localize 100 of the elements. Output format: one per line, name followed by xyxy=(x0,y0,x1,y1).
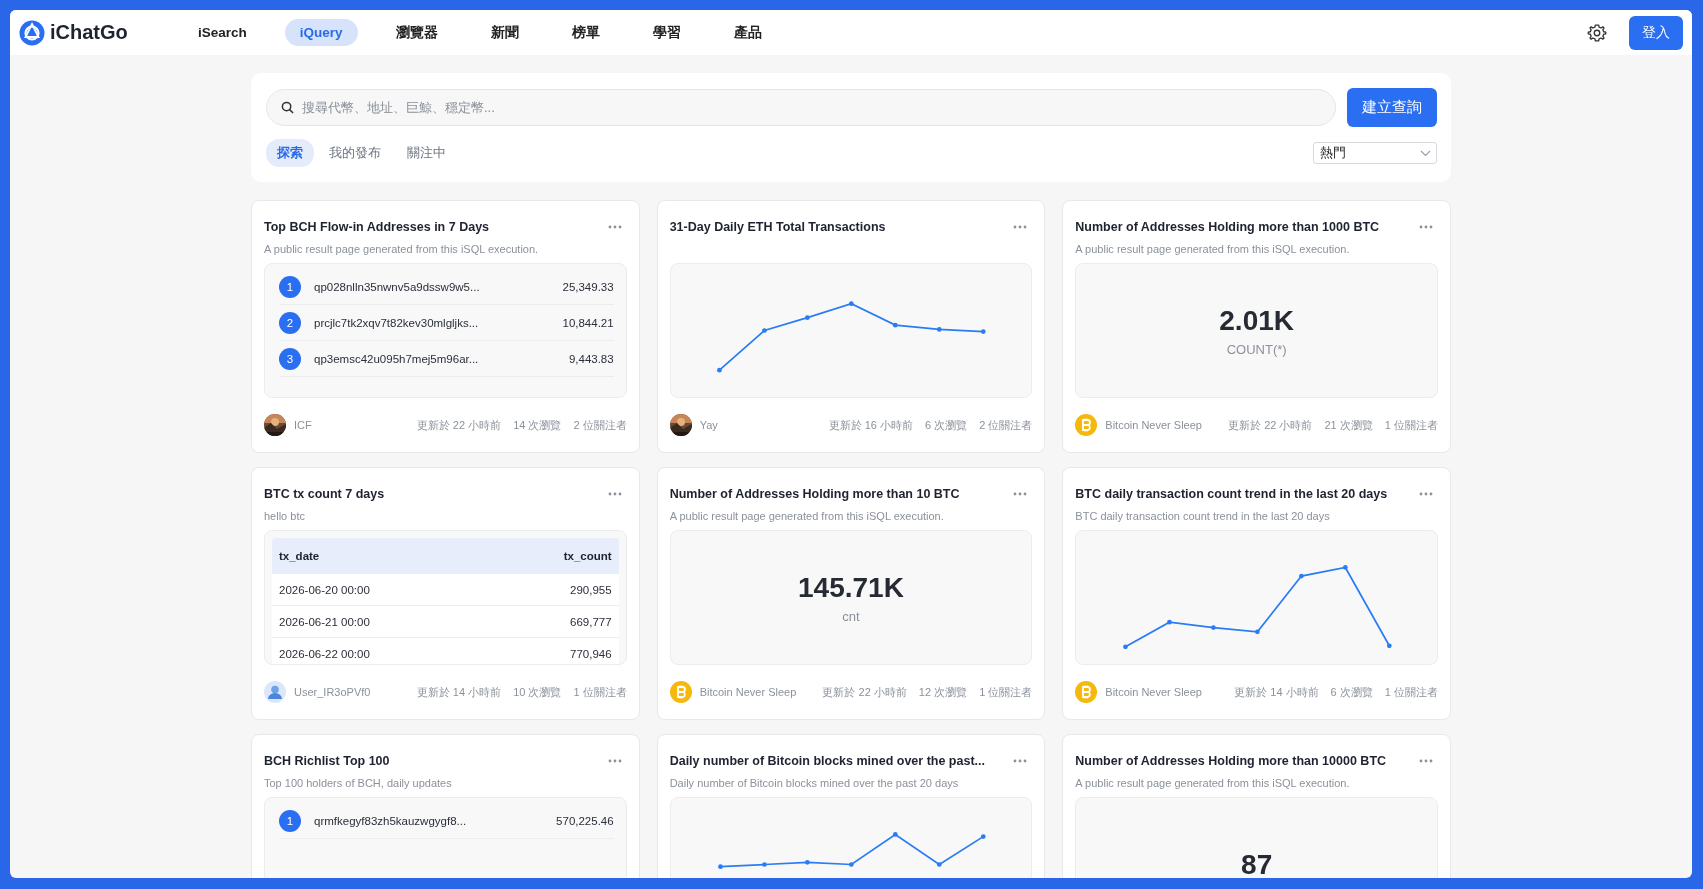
more-icon[interactable] xyxy=(1418,490,1434,497)
address-text: prcjlc7tk2xqv7t82kev30mlgljks... xyxy=(314,316,480,329)
view-count: 10 次瀏覽 xyxy=(513,684,562,700)
updated-time: 更新於 22 小時前 xyxy=(1228,417,1313,433)
filter-tab[interactable]: 探索 xyxy=(266,139,314,167)
view-count: 6 次瀏覽 xyxy=(1330,684,1373,700)
rank-badge: 1 xyxy=(279,809,301,832)
view-count: 21 次瀏覽 xyxy=(1324,417,1373,433)
query-card[interactable]: BTC tx count 7 days hello btc tx_date tx_count 2026-06-20 00:00 290,955 2026-06-21 00:00 669,777 2026-06-22 00:00 770,946 User_IR3oPVf0 更新於 14 小時前 10 次瀏覽 1 位關注者 xyxy=(251,467,640,720)
more-icon[interactable] xyxy=(1012,223,1029,230)
updated-time: 更新於 16 小時前 xyxy=(828,417,913,433)
stat-value: 87 xyxy=(1241,848,1273,878)
follower-count: 1 位關注者 xyxy=(1384,417,1438,433)
address-text: qp028nlln35nwnv5a9dssw9w5... xyxy=(314,280,481,293)
stat-value: 2.01K xyxy=(1219,304,1294,337)
query-card[interactable]: 31-Day Daily ETH Total Transactions Yay 更新於 16 小時前 6 次瀏覽 2 位關注者 xyxy=(656,200,1046,453)
query-card[interactable]: Number of Addresses Holding more than 1000 BTC A public result page generated from this iSQL execution. 2.01K COUNT(*) Bitcoin Never Sleep 更新於 22 小時前 21 次瀏覽 1 位關注者 xyxy=(1062,200,1451,453)
card-title: BCH Richlist Top 100 xyxy=(264,753,390,768)
card-subtitle: A public result page generated from this iSQL execution. xyxy=(264,243,539,255)
nav-tab[interactable]: iSearch xyxy=(183,19,262,46)
nav-tab[interactable]: 榜單 xyxy=(556,17,615,48)
view-count: 6 次瀏覽 xyxy=(924,417,968,433)
card-subtitle: A public result page generated from this iSQL execution. xyxy=(1075,243,1350,255)
more-icon[interactable] xyxy=(606,757,623,764)
follower-count: 1 位關注者 xyxy=(979,684,1033,700)
card-title: BTC tx count 7 days xyxy=(264,486,385,501)
nav-tab[interactable]: 產品 xyxy=(718,17,777,48)
create-query-button[interactable]: 建立查詢 xyxy=(1347,88,1437,127)
table-cell: 2026-06-21 00:00 xyxy=(279,615,370,628)
more-icon[interactable] xyxy=(606,223,623,230)
more-icon[interactable] xyxy=(606,490,623,497)
card-title: Number of Addresses Holding more than 10 BTC xyxy=(669,486,960,501)
filter-tab[interactable]: 我的發布 xyxy=(318,139,392,167)
nav-tab[interactable]: 學習 xyxy=(637,17,696,48)
card-title: Number of Addresses Holding more than 1000 BTC xyxy=(1075,219,1380,234)
updated-time: 更新於 22 小時前 xyxy=(822,684,907,700)
table-cell: 770,946 xyxy=(570,647,612,660)
more-icon[interactable] xyxy=(1418,757,1434,764)
logo-icon[interactable] xyxy=(19,19,45,46)
search-field[interactable]: 搜尋代幣、地址、巨鯨、穩定幣... xyxy=(266,89,1336,126)
query-card[interactable]: BTC daily transaction count trend in the last 20 days BTC daily transaction count trend in the last 20 days Bitcoin Never Sleep 更新於 14 小時前 6 次瀏覽 1 位關注者 xyxy=(1062,467,1451,720)
more-icon[interactable] xyxy=(1418,223,1434,230)
query-card[interactable] xyxy=(251,200,640,453)
value-text: 570,225.46 xyxy=(556,814,614,827)
table-cell: 290,955 xyxy=(570,583,612,596)
updated-time: 更新於 14 小時前 xyxy=(416,684,502,700)
stat-label: cnt xyxy=(842,608,860,624)
login-button[interactable]: 登入 xyxy=(1629,15,1683,50)
card-subtitle: A public result page generated from this iSQL execution. xyxy=(669,510,944,522)
column-header: tx_count xyxy=(563,550,612,562)
nav-tab[interactable]: 瀏覽器 xyxy=(380,17,453,48)
value-text: 25,349.33 xyxy=(562,280,614,293)
updated-time: 更新於 14 小時前 xyxy=(1234,684,1319,700)
value-text: 9,443.83 xyxy=(568,352,614,365)
more-icon[interactable] xyxy=(1012,490,1029,497)
rank-badge: 3 xyxy=(279,347,301,370)
address-text: qrmfkegyf83zh5kauzwgygf8... xyxy=(314,814,468,827)
brand-name[interactable]: iChatGo xyxy=(50,21,128,44)
query-card[interactable]: Daily number of Bitcoin blocks mined over the past... Daily number of Bitcoin blocks mined over the past 20 days xyxy=(656,734,1046,878)
value-text: 10,844.21 xyxy=(562,316,614,329)
query-card[interactable]: BCH Richlist Top 100 Top 100 holders of BCH, daily updates 1 qrmfkegyf83zh5kauzwgygf8... 570,225.46 xyxy=(251,734,640,878)
card-title: Top BCH Flow-in Addresses in 7 Days xyxy=(264,219,490,234)
rank-badge: 1 xyxy=(279,275,301,298)
query-card[interactable]: Number of Addresses Holding more than 10 BTC A public result page generated from this iSQL execution. 145.71K cnt Bitcoin Never Sleep 更新於 22 小時前 12 次瀏覽 1 位關注者 xyxy=(656,467,1046,720)
settings-icon[interactable] xyxy=(1587,22,1607,43)
more-icon[interactable] xyxy=(1012,757,1029,764)
stat-label: COUNT(*) xyxy=(1226,341,1287,357)
view-count: 14 次瀏覽 xyxy=(513,417,562,433)
filter-tab[interactable]: 關注中 xyxy=(396,139,457,167)
card-subtitle: Top 100 holders of BCH, daily updates xyxy=(264,777,452,789)
table-cell: 669,777 xyxy=(570,615,612,628)
card-subtitle: Daily number of Bitcoin blocks mined over the past 20 days xyxy=(669,777,959,789)
table-cell: 2026-06-22 00:00 xyxy=(279,647,370,660)
follower-count: 2 位關注者 xyxy=(979,417,1033,433)
card-subtitle: hello btc xyxy=(264,510,305,522)
stat-value: 145.71K xyxy=(798,571,904,604)
card-subtitle: A public result page generated from this iSQL execution. xyxy=(1075,777,1350,789)
card-title: Daily number of Bitcoin blocks mined over the past... xyxy=(669,753,985,768)
coin-icon xyxy=(1075,414,1098,436)
nav-tab[interactable]: iQuery xyxy=(284,19,358,46)
sort-dropdown[interactable]: 熱門 xyxy=(1313,142,1437,164)
coin-icon xyxy=(669,681,692,703)
nav-tab[interactable]: 新聞 xyxy=(475,17,534,48)
query-card[interactable]: Number of Addresses Holding more than 10000 BTC A public result page generated from this iSQL execution. 87 xyxy=(1062,734,1451,878)
chevron-down-icon xyxy=(1420,149,1431,157)
card-title: 31-Day Daily ETH Total Transactions xyxy=(669,219,886,234)
rank-badge: 2 xyxy=(279,311,301,334)
card-title: BTC daily transaction count trend in the last 20 days xyxy=(1075,486,1388,501)
avatar-icon xyxy=(264,681,286,703)
follower-count: 1 位關注者 xyxy=(573,684,627,700)
view-count: 12 次瀏覽 xyxy=(918,684,968,700)
card-title: Number of Addresses Holding more than 10000 BTC xyxy=(1075,753,1387,768)
address-text: qp3emsc42u095h7mej5m96ar... xyxy=(314,352,480,365)
card-subtitle: BTC daily transaction count trend in the last 20 days xyxy=(1075,510,1330,522)
coin-icon xyxy=(1075,681,1098,703)
follower-count: 2 位關注者 xyxy=(573,417,627,433)
column-header: tx_date xyxy=(279,550,320,562)
updated-time: 更新於 22 小時前 xyxy=(416,417,502,433)
follower-count: 1 位關注者 xyxy=(1384,684,1438,700)
table-cell: 2026-06-20 00:00 xyxy=(279,583,370,596)
